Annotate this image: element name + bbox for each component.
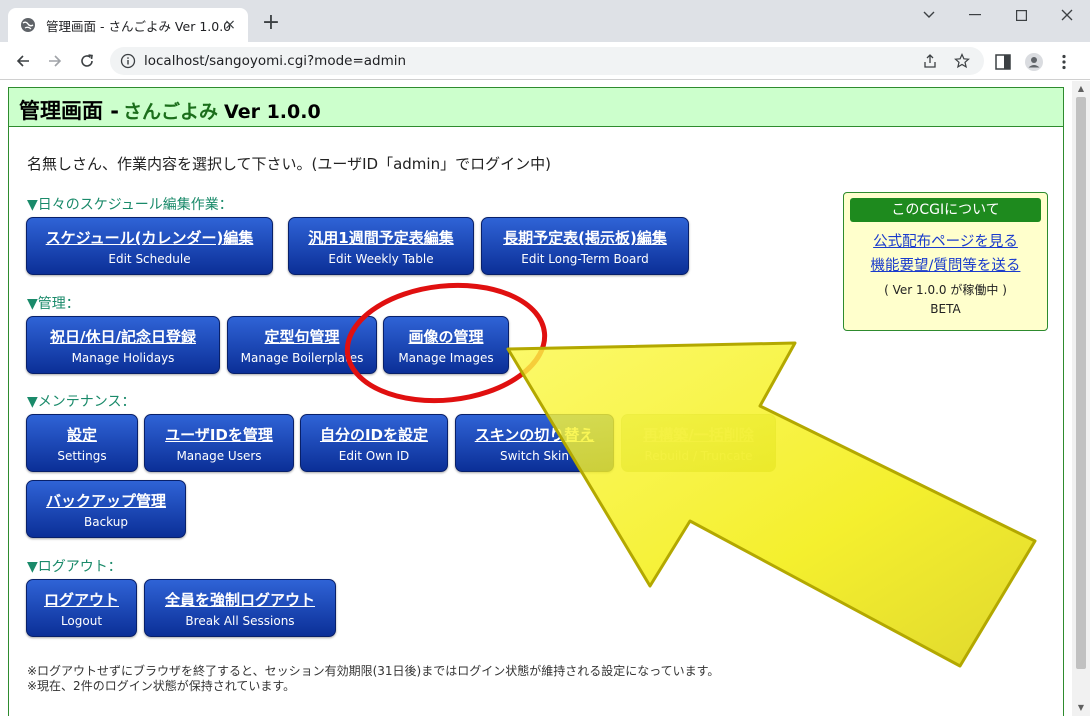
section-maintenance: ▼メンテナンス： [27, 394, 136, 410]
feature-request-link[interactable]: 機能要望/質問等を送る [844, 254, 1047, 275]
manage-holidays-button[interactable]: 祝日/休日/記念日登録 Manage Holidays [26, 316, 220, 374]
button-label-jp: 汎用1週間予定表編集 [308, 229, 454, 247]
scroll-down-icon[interactable]: ▼ [1076, 703, 1086, 713]
button-label-jp: 自分のIDを設定 [319, 426, 429, 444]
tab-title: 管理画面 - さんごよみ Ver 1.0.0 [46, 18, 232, 34]
button-label-jp: スキンの切り替え [474, 426, 595, 444]
button-label-en: Edit Schedule [108, 252, 191, 266]
button-label-jp: 全員を強制ログアウト [164, 591, 315, 609]
settings-button[interactable]: 設定 Settings [26, 414, 138, 472]
button-label-jp: 定型句管理 [264, 328, 340, 346]
section-manage: ▼管理： [27, 296, 80, 312]
button-label-en: Manage Holidays [71, 351, 175, 365]
break-sessions-button[interactable]: 全員を強制ログアウト Break All Sessions [144, 579, 336, 637]
button-label-en: Edit Weekly Table [328, 252, 434, 266]
page-viewport: 管理画面 - さんごよみ Ver 1.0.0 名無しさん、作業内容を選択して下さい。… [0, 81, 1072, 716]
official-page-link[interactable]: 公式配布ページを見る [844, 230, 1047, 251]
button-label-jp: ログアウト [43, 591, 119, 609]
session-count-note: ※現在、2件のログイン状態が保持されています。 [27, 679, 296, 693]
button-label-en: Break All Sessions [185, 614, 295, 628]
section-logout: ▼ログアウト： [27, 559, 122, 575]
button-label-jp: バックアップ管理 [45, 492, 166, 510]
star-icon[interactable] [954, 53, 970, 69]
button-label-en: Rebuild / Truncate [644, 449, 753, 463]
close-window-icon[interactable] [1044, 0, 1090, 30]
browser-toolbar: localhost/sangoyomi.cgi?mode=admin [0, 42, 1090, 80]
button-label-jp: 再構築/一括削除 [643, 426, 754, 444]
button-label-jp: ユーザIDを管理 [165, 426, 273, 444]
intro-text: 名無しさん、作業内容を選択して下さい。(ユーザID「admin」でログイン中) [27, 155, 551, 173]
title-main: 管理画面 - [19, 99, 120, 123]
url-text[interactable]: localhost/sangoyomi.cgi?mode=admin [144, 53, 406, 69]
minimize-icon[interactable] [952, 0, 998, 30]
button-label-jp: スケジュール(カレンダー)編集 [45, 229, 254, 247]
logout-button[interactable]: ログアウト Logout [26, 579, 137, 637]
button-label-en: Edit Own ID [338, 449, 410, 463]
page-scrollbar[interactable]: ▲ ▼ [1072, 81, 1090, 716]
tab-search-icon[interactable] [906, 0, 952, 30]
page-title: 管理画面 - さんごよみ Ver 1.0.0 [19, 95, 321, 125]
share-icon[interactable] [922, 53, 938, 69]
button-label-en: Manage Users [176, 449, 262, 463]
button-label-en: Logout [60, 614, 103, 628]
browser-titlebar: 管理画面 - さんごよみ Ver 1.0.0 × + [0, 0, 1090, 42]
site-info-icon[interactable] [120, 53, 136, 69]
arrow-right-icon [49, 55, 62, 67]
switch-skin-button[interactable]: スキンの切り替え Switch Skin [455, 414, 614, 472]
manage-users-button[interactable]: ユーザIDを管理 Manage Users [144, 414, 294, 472]
button-label-jp: 設定 [66, 426, 97, 444]
profile-icon[interactable] [1025, 53, 1043, 71]
about-box: このCGIについて 公式配布ページを見る 機能要望/質問等を送る ( Ver 1… [843, 192, 1048, 331]
button-label-jp: 祝日/休日/記念日登録 [50, 328, 196, 346]
manage-images-button[interactable]: 画像の管理 Manage Images [383, 316, 509, 374]
rebuild-truncate-button: 再構築/一括削除 Rebuild / Truncate [621, 414, 776, 472]
about-title: このCGIについて [850, 198, 1041, 222]
edit-weekly-button[interactable]: 汎用1週間予定表編集 Edit Weekly Table [288, 217, 474, 275]
page-header: 管理画面 - さんごよみ Ver 1.0.0 [9, 88, 1063, 127]
edit-longterm-button[interactable]: 長期予定表(掲示板)編集 Edit Long-Term Board [481, 217, 689, 275]
button-label-en: Manage Boilerplates [240, 351, 364, 365]
admin-frame: 管理画面 - さんごよみ Ver 1.0.0 名無しさん、作業内容を選択して下さい。… [8, 87, 1064, 716]
backup-button[interactable]: バックアップ管理 Backup [26, 480, 186, 538]
button-label-jp: 長期予定表(掲示板)編集 [503, 229, 667, 247]
new-tab-button[interactable]: + [259, 12, 283, 36]
forward-button[interactable] [42, 48, 68, 74]
address-bar[interactable]: localhost/sangoyomi.cgi?mode=admin [110, 47, 984, 75]
reload-icon [81, 54, 93, 67]
edit-schedule-button[interactable]: スケジュール(カレンダー)編集 Edit Schedule [26, 217, 273, 275]
version-status: ( Ver 1.0.0 が稼働中 ) [884, 283, 1007, 297]
button-label-en: Backup [84, 515, 128, 529]
button-label-en: Switch Skin [500, 449, 569, 463]
button-label-en: Edit Long-Term Board [521, 252, 649, 266]
app-version: Ver 1.0.0 [224, 101, 321, 123]
scrollbar-thumb[interactable] [1076, 97, 1086, 669]
browser-tab[interactable]: 管理画面 - さんごよみ Ver 1.0.0 × [8, 8, 248, 42]
button-label-en: Manage Images [398, 351, 494, 365]
arrow-left-icon [16, 55, 29, 67]
section-daily: ▼日々のスケジュール編集作業： [27, 197, 233, 213]
kebab-menu-icon[interactable] [1055, 53, 1073, 71]
button-label-en: Settings [57, 449, 107, 463]
globe-icon [21, 18, 35, 32]
edit-own-id-button[interactable]: 自分のIDを設定 Edit Own ID [300, 414, 448, 472]
back-button[interactable] [10, 48, 36, 74]
manage-boilerplates-button[interactable]: 定型句管理 Manage Boilerplates [227, 316, 377, 374]
beta-label: BETA [930, 302, 961, 316]
scroll-up-icon[interactable]: ▲ [1076, 84, 1086, 94]
reload-button[interactable] [74, 48, 100, 74]
app-name: さんごよみ [123, 101, 219, 123]
tab-close-icon[interactable]: × [222, 17, 238, 33]
button-label-jp: 画像の管理 [408, 328, 484, 346]
maximize-icon[interactable] [998, 0, 1044, 30]
sidepanel-icon[interactable] [994, 53, 1012, 71]
